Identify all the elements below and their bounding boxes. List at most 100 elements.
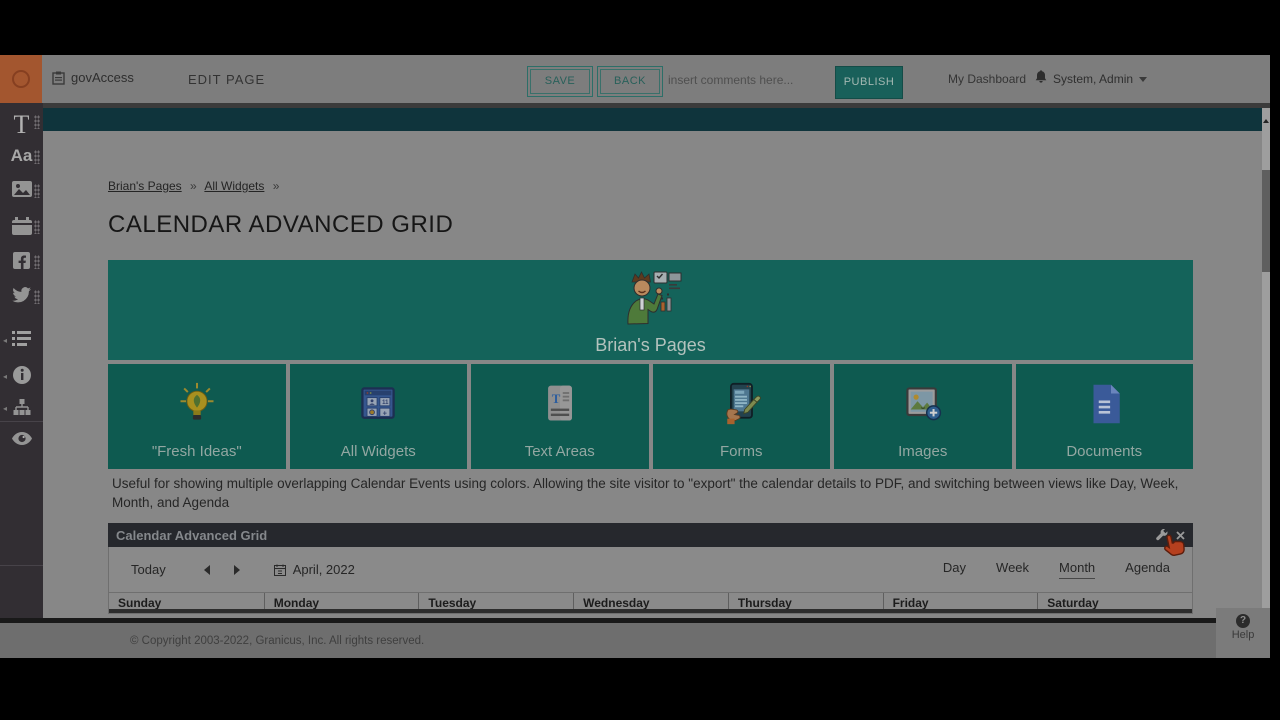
twitter-widget-icon xyxy=(12,287,31,303)
tile-label: All Widgets xyxy=(341,443,416,460)
calendar-widget-title: Calendar Advanced Grid xyxy=(116,528,267,543)
comments-input[interactable] xyxy=(668,63,828,97)
help-label: Help xyxy=(1216,629,1270,641)
breadcrumb: Brian's Pages » All Widgets » xyxy=(108,179,284,193)
sidebar-item-list[interactable]: ◂ xyxy=(0,331,43,346)
vertical-scrollbar[interactable] xyxy=(1262,108,1270,618)
granicus-logo[interactable] xyxy=(0,55,42,103)
question-mark-icon: ? xyxy=(1236,614,1250,628)
drag-grip-icon[interactable] xyxy=(34,255,40,269)
granicus-logo-icon xyxy=(12,70,30,88)
footer: © Copyright 2003-2022, Granicus, Inc. Al… xyxy=(0,618,1270,658)
clipboard-icon xyxy=(52,71,65,85)
document-icon xyxy=(1083,364,1125,443)
tile-forms[interactable]: Forms xyxy=(653,364,831,469)
eye-widget-icon xyxy=(12,432,32,445)
screen: govAccess EDIT PAGE SAVE BACK PUBLISH My… xyxy=(0,0,1280,720)
svg-text:11: 11 xyxy=(382,400,389,406)
my-dashboard-link[interactable]: My Dashboard xyxy=(948,72,1026,86)
form-tablet-icon xyxy=(719,364,763,443)
view-day[interactable]: Day xyxy=(943,560,966,579)
sidebar-divider xyxy=(0,421,43,422)
day-header: Thursday xyxy=(728,593,883,609)
sidebar-item-twitter[interactable] xyxy=(0,287,43,303)
help-button[interactable]: ? Help xyxy=(1216,608,1270,658)
sidebar-item-calendar[interactable] xyxy=(0,217,43,235)
calendar-toolbar: Today April, 2022 Day W xyxy=(109,547,1192,592)
widget-tiles: "Fresh Ideas" 11 xyxy=(108,364,1193,469)
tile-label: Forms xyxy=(720,443,763,460)
tile-label: Documents xyxy=(1066,443,1142,460)
breadcrumb-link-brians-pages[interactable]: Brian's Pages xyxy=(108,179,182,193)
info-widget-icon xyxy=(12,365,32,385)
day-header: Sunday xyxy=(109,593,264,609)
image-widget-icon xyxy=(12,181,32,197)
sitemap-widget-icon xyxy=(13,399,31,415)
breadcrumb-separator: » xyxy=(273,179,280,193)
collapse-caret-icon[interactable]: ◂ xyxy=(3,372,7,381)
drag-grip-icon[interactable] xyxy=(34,184,40,198)
photo-add-icon xyxy=(901,364,945,443)
scrollbar-thumb[interactable] xyxy=(1262,170,1270,272)
brand-label: govAccess xyxy=(71,70,134,85)
widget-grid-icon: 11 + xyxy=(356,364,400,443)
breadcrumb-link-all-widgets[interactable]: All Widgets xyxy=(204,179,264,193)
svg-text:T: T xyxy=(552,392,561,406)
typography-widget-icon: Aa xyxy=(11,146,33,165)
view-month[interactable]: Month xyxy=(1059,560,1095,579)
sidebar-item-sitemap[interactable]: ◂ xyxy=(0,399,43,415)
save-button[interactable]: SAVE xyxy=(527,66,593,97)
prev-month-button[interactable] xyxy=(204,565,210,575)
facebook-widget-icon xyxy=(13,252,30,269)
drag-grip-icon[interactable] xyxy=(34,220,40,234)
page-content: Brian's Pages » All Widgets » CALENDAR A… xyxy=(43,131,1262,618)
widget-sidebar: T Aa xyxy=(0,103,43,618)
publish-button[interactable]: PUBLISH xyxy=(835,66,903,99)
day-header: Monday xyxy=(264,593,419,609)
breadcrumb-separator: » xyxy=(190,179,197,193)
drag-grip-icon[interactable] xyxy=(34,150,40,164)
edit-page-label: EDIT PAGE xyxy=(188,72,265,87)
sidebar-item-image[interactable] xyxy=(0,181,43,197)
period-selector[interactable]: April, 2022 xyxy=(274,562,355,577)
next-month-button[interactable] xyxy=(234,565,240,575)
today-button[interactable]: Today xyxy=(131,562,166,577)
tile-documents[interactable]: Documents xyxy=(1016,364,1194,469)
tile-fresh-ideas[interactable]: "Fresh Ideas" xyxy=(108,364,286,469)
tile-all-widgets[interactable]: 11 + All Widgets xyxy=(290,364,468,469)
tile-label: Text Areas xyxy=(525,443,595,460)
view-week[interactable]: Week xyxy=(996,560,1029,579)
calendar-widget-header[interactable]: Calendar Advanced Grid xyxy=(108,523,1193,547)
view-agenda[interactable]: Agenda xyxy=(1125,560,1170,579)
view-switcher: Day Week Month Agenda xyxy=(943,560,1170,579)
back-button[interactable]: BACK xyxy=(597,66,663,97)
user-menu[interactable]: System, Admin xyxy=(1053,72,1147,86)
brians-pages-banner[interactable]: Brian's Pages xyxy=(108,260,1193,360)
collapse-caret-icon[interactable]: ◂ xyxy=(3,404,7,413)
drag-grip-icon[interactable] xyxy=(34,290,40,304)
site-header-band xyxy=(43,108,1262,131)
sidebar-item-typography[interactable]: Aa xyxy=(0,147,43,166)
user-label: System, Admin xyxy=(1053,72,1133,86)
widget-description: Useful for showing multiple overlapping … xyxy=(112,474,1182,512)
collapse-caret-icon[interactable]: ◂ xyxy=(3,336,7,345)
notification-bell-icon[interactable] xyxy=(1035,70,1047,89)
drag-grip-icon[interactable] xyxy=(34,115,40,129)
tile-label: Images xyxy=(898,443,947,460)
calendar-widget-icon xyxy=(12,217,32,235)
calendar-body: Today April, 2022 Day W xyxy=(108,547,1193,614)
presenter-cartoon-icon xyxy=(108,268,1193,331)
scroll-up-arrow-icon[interactable] xyxy=(1262,110,1270,128)
day-header: Tuesday xyxy=(418,593,573,609)
sidebar-divider xyxy=(0,565,43,566)
tile-images[interactable]: Images xyxy=(834,364,1012,469)
page-title: CALENDAR ADVANCED GRID xyxy=(108,211,453,239)
text-widget-icon: T xyxy=(14,110,30,139)
sidebar-item-preview[interactable] xyxy=(0,432,43,445)
sidebar-item-facebook[interactable] xyxy=(0,252,43,269)
tile-label: "Fresh Ideas" xyxy=(152,443,242,460)
list-widget-icon xyxy=(12,331,31,346)
sidebar-item-info[interactable]: ◂ xyxy=(0,365,43,385)
sidebar-item-text[interactable]: T xyxy=(0,112,43,138)
tile-text-areas[interactable]: T Text Areas xyxy=(471,364,649,469)
